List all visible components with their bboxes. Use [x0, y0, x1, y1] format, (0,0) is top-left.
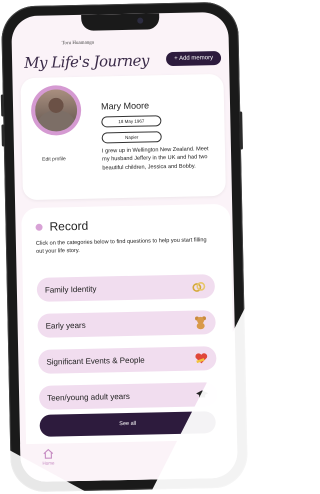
avatar[interactable] [30, 84, 82, 136]
record-title: Record [49, 218, 89, 234]
dob-badge: 18 May 1967 [101, 115, 162, 128]
edit-profile-link[interactable]: Edit profile [42, 156, 66, 162]
category-label: Early years [45, 320, 86, 331]
profile-name: Mary Moore [100, 100, 150, 112]
record-heading: Record [35, 219, 88, 234]
teddy-bear-icon [195, 316, 207, 330]
place-badge: Napier [101, 131, 162, 144]
nav-home-label: Home [42, 460, 55, 466]
phone-frame: Toru Huamanga My Life's Journey + Add me… [0, 1, 249, 493]
volume-up-button [0, 94, 5, 117]
add-memory-button[interactable]: + Add memory [166, 50, 222, 67]
home-icon [43, 448, 54, 459]
heart-icon [195, 353, 208, 364]
category-label: Family Identity [44, 284, 97, 295]
nav-home[interactable]: Home [42, 448, 55, 466]
category-label: Significant Events & People [46, 355, 145, 367]
see-all-button[interactable]: See all [39, 411, 216, 437]
camera-icon [136, 17, 143, 24]
app-screen: Toru Huamanga My Life's Journey + Add me… [11, 11, 238, 483]
bottom-nav: Home [20, 439, 238, 483]
category-label: Teen/young adult years [47, 391, 130, 403]
volume-down-button [1, 124, 5, 147]
category-early-years[interactable]: Early years [37, 310, 216, 338]
rings-icon [192, 282, 206, 292]
app-header: Toru Huamanga My Life's Journey + Add me… [24, 34, 222, 72]
category-teen-young-adult[interactable]: Teen/young adult years [38, 382, 218, 410]
category-significant-events[interactable]: Significant Events & People [38, 346, 217, 374]
profile-card: Edit profile Mary Moore 18 May 1967 Napi… [20, 73, 226, 201]
avatar-photo [34, 88, 78, 132]
record-description: Click on the categories below to find qu… [35, 237, 207, 256]
logo-title: My Life's Journey [23, 51, 150, 73]
power-button [239, 111, 243, 150]
phone-notch [80, 13, 159, 31]
category-family-identity[interactable]: Family Identity [36, 274, 216, 302]
app-logo: Toru Huamanga My Life's Journey [24, 38, 149, 72]
record-dot-icon [35, 223, 43, 231]
cap-icon [196, 390, 209, 398]
profile-bio: I grew up in Wellington New Zealand. Mee… [101, 146, 209, 172]
logo-subtitle: Toru Huamanga [61, 40, 95, 47]
